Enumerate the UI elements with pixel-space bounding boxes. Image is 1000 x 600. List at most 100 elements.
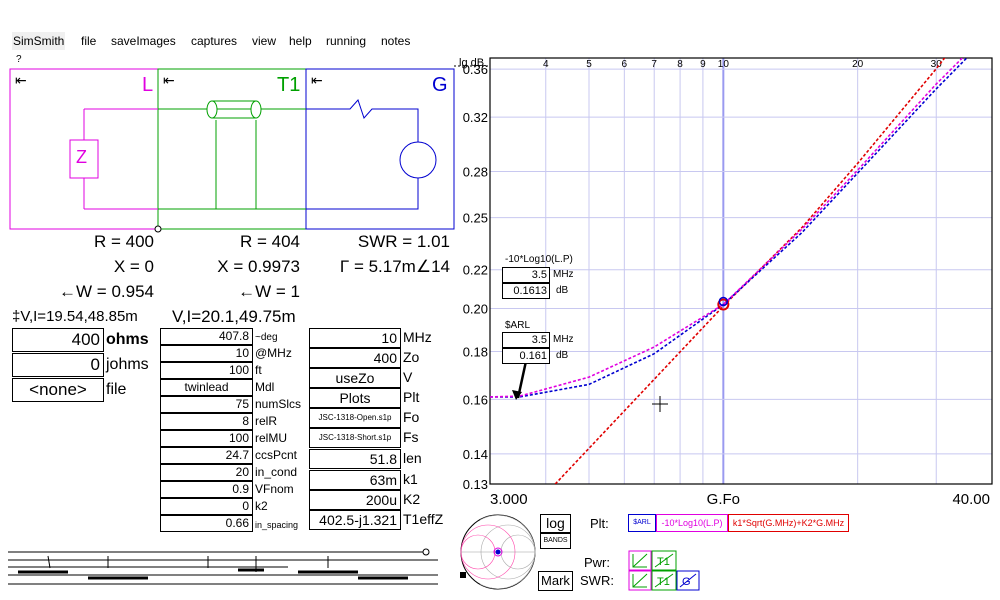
load-r-field[interactable]: 400	[12, 328, 104, 352]
pwr-l-toggle[interactable]	[628, 550, 652, 571]
load-x-unit: johms	[106, 356, 149, 373]
mark-button[interactable]: Mark	[538, 571, 573, 591]
swr-t1-toggle[interactable]: T1	[651, 570, 677, 591]
t1-param-field[interactable]: 20	[160, 464, 253, 481]
x-top-tick-label: 30	[931, 59, 943, 70]
t1-param-field[interactable]: 0	[160, 498, 253, 515]
legend1-db-field[interactable]: 0.1613	[502, 283, 550, 299]
legend1-title: -10*Log10(L.P)	[505, 254, 573, 265]
legend2-db-field[interactable]: 0.161	[502, 348, 550, 364]
legend2-mhz-field[interactable]: 3.5	[502, 332, 550, 348]
load-label: L	[142, 74, 154, 96]
log-button[interactable]: log	[540, 514, 571, 533]
t1-param-unit: @MHz	[255, 346, 292, 360]
menu-captures[interactable]: captures	[190, 32, 238, 50]
g-zo-mode-field[interactable]: useZo	[309, 368, 401, 388]
g-param-unit: MHz	[403, 329, 432, 345]
load-r-readout: R = 400	[93, 232, 154, 251]
svg-text:G: G	[682, 576, 691, 588]
load-collapse-icon[interactable]: ⇤	[15, 72, 27, 89]
x-top-tick-label: 10	[718, 59, 730, 70]
y-tick-label: 0.28	[463, 165, 488, 180]
series-line	[490, 58, 968, 398]
t1-label: T1	[277, 74, 301, 96]
x-bottom-left-label: 3.000	[490, 491, 528, 508]
legend1-mhz-unit: MHz	[553, 269, 574, 280]
menu-help[interactable]: help	[288, 32, 313, 50]
swr-label: SWR:	[580, 573, 614, 588]
load-file-field[interactable]: <none>	[12, 378, 104, 402]
t1-param-field[interactable]: 100	[160, 430, 253, 447]
g-param-field[interactable]: 400	[309, 348, 401, 368]
g-param-field[interactable]: 63m	[309, 470, 401, 490]
y-tick-label: 0.18	[463, 344, 488, 359]
legend1-mhz-field[interactable]: 3.5	[502, 267, 550, 283]
g-plots-field[interactable]: Plots	[309, 388, 401, 408]
load-vi-readout: ‡V,I=19.54,48.85m	[12, 308, 138, 325]
svg-text:T1: T1	[657, 576, 670, 588]
smith-chart-thumbnail[interactable]	[458, 512, 538, 592]
swr-readout: SWR = 1.01	[357, 232, 450, 251]
t1-param-unit: ~deg	[255, 332, 278, 343]
g-param-field[interactable]: 402.5-j1.321	[309, 510, 401, 530]
series-line	[490, 58, 964, 398]
g-open-file-field[interactable]: JSC-1318-Open.s1p	[309, 408, 401, 428]
bands-button[interactable]: BANDS	[540, 533, 571, 549]
plt-arl-toggle[interactable]: $ARL	[628, 514, 656, 532]
g-param-unit: K2	[403, 491, 421, 507]
dotted-connector	[454, 65, 488, 67]
plt-formula-toggle[interactable]: k1*Sqrt(G.MHz)+K2*G.MHz	[728, 514, 849, 532]
g-param-unit: k1	[403, 471, 418, 487]
legend2-db-unit: dB	[556, 350, 569, 361]
t1-param-unit: VFnom	[255, 482, 294, 496]
menu-view[interactable]: view	[251, 32, 277, 50]
legend1-db-unit: dB	[556, 285, 569, 296]
series-line	[554, 58, 946, 484]
menu-running[interactable]: running	[325, 32, 367, 50]
g-param-field[interactable]: 200u	[309, 490, 401, 510]
t1-param-unit: ccsPcnt	[255, 448, 298, 462]
menu-bar: SimSmith file saveImages captures view h…	[0, 30, 1000, 51]
t1-vi-readout: V,I=20.1,49.75m	[172, 307, 296, 326]
g-param-unit: T1effZ	[403, 511, 444, 527]
swr-l-toggle[interactable]	[628, 570, 652, 591]
y-tick-label: 0.20	[463, 302, 488, 317]
t1-x-readout: X = 0.9973	[217, 257, 300, 276]
g-param-field[interactable]: 10	[309, 328, 401, 348]
t1-param-field[interactable]: 24.7	[160, 447, 253, 464]
g-param-unit: Plt	[403, 389, 420, 405]
t1-collapse-icon[interactable]: ⇤	[163, 72, 175, 89]
x-top-tick-label: 20	[852, 59, 864, 70]
menu-simsmith[interactable]: SimSmith	[12, 32, 66, 50]
plt-loss-toggle[interactable]: -10*Log10(L.P)	[656, 514, 728, 532]
timeline-strip	[8, 548, 438, 585]
load-x-field[interactable]: 0	[12, 353, 104, 377]
t1-r-readout: R = 404	[239, 232, 300, 251]
x-top-tick-label: 8	[677, 59, 683, 70]
swr-g-toggle[interactable]: G	[676, 570, 700, 591]
g-short-file-field[interactable]: JSC-1318-Short.s1p	[309, 428, 401, 448]
t1-param-field[interactable]: 8	[160, 413, 253, 430]
x-bottom-right-label: 40.00	[952, 491, 990, 508]
menu-file[interactable]: file	[80, 32, 97, 50]
pwr-label: Pwr:	[584, 555, 610, 570]
pwr-t1-toggle[interactable]: T1	[651, 550, 677, 571]
t1-param-field[interactable]: 10	[160, 345, 253, 362]
load-file-unit: file	[106, 381, 127, 398]
t1-param-field[interactable]: 407.8	[160, 328, 253, 345]
x-top-tick-label: 7	[651, 59, 657, 70]
menu-notes[interactable]: notes	[380, 32, 411, 50]
menu-saveimages[interactable]: saveImages	[110, 32, 177, 50]
y-tick-label: 0.32	[463, 110, 488, 125]
t1-param-unit: k2	[255, 499, 268, 513]
t1-param-field[interactable]: 75	[160, 396, 253, 413]
x-axis-title: G.Fo	[707, 491, 740, 508]
g-collapse-icon[interactable]: ⇤	[311, 72, 323, 89]
t1-model-field[interactable]: twinlead	[160, 379, 253, 396]
x-top-tick-label: 9	[700, 59, 706, 70]
t1-param-field[interactable]: 100	[160, 362, 253, 379]
t1-param-field[interactable]: 0.9	[160, 481, 253, 498]
y-tick-label: 0.16	[463, 392, 488, 407]
t1-param-field[interactable]: 0.66	[160, 515, 253, 532]
g-param-field[interactable]: 51.8	[309, 449, 401, 469]
